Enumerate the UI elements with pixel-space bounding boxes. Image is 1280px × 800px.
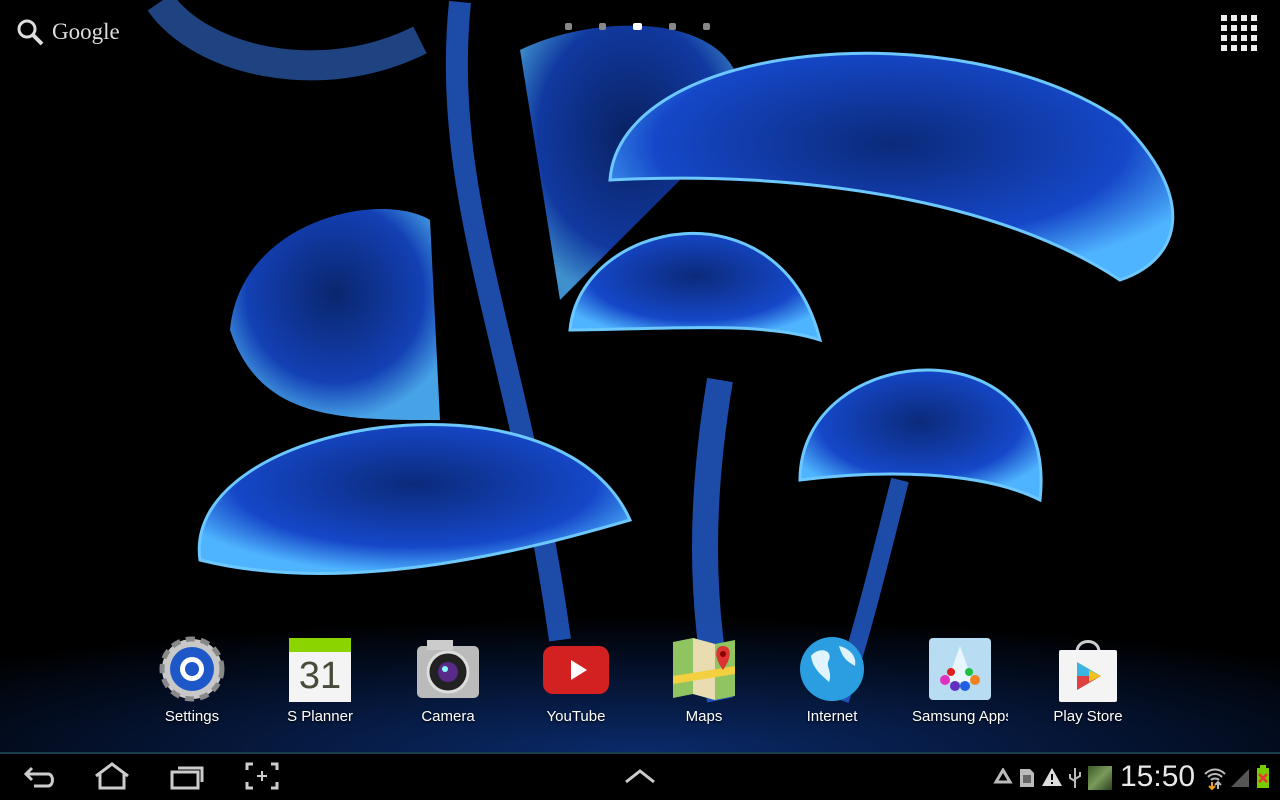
app-internet[interactable]: Internet	[777, 636, 887, 725]
settings-icon	[159, 636, 225, 702]
page-indicator	[565, 23, 710, 30]
calendar-icon: 31	[287, 636, 353, 702]
maps-icon	[671, 636, 737, 702]
screenshot-icon[interactable]	[245, 762, 279, 792]
app-samsung-apps[interactable]: Samsung Apps	[905, 636, 1015, 725]
usb-icon	[1069, 768, 1081, 788]
page-dot[interactable]	[703, 23, 710, 30]
play-store-icon	[1055, 636, 1121, 702]
apps-grid-icon[interactable]	[1221, 15, 1257, 51]
app-youtube[interactable]: YouTube	[521, 636, 631, 725]
google-label: Google	[52, 19, 120, 44]
app-maps[interactable]: Maps	[649, 636, 759, 725]
clock: 15:50	[1120, 760, 1196, 793]
warning-icon	[1042, 768, 1062, 786]
page-dot[interactable]	[669, 23, 676, 30]
chevron-up-icon[interactable]	[624, 768, 656, 784]
camera-icon	[415, 636, 481, 702]
samsung-apps-icon	[927, 636, 993, 702]
image-notification-icon	[1088, 766, 1112, 790]
recycle-icon	[993, 768, 1013, 784]
signal-icon	[1231, 769, 1249, 787]
app-settings[interactable]: Settings	[137, 636, 247, 725]
wifi-icon	[1204, 768, 1226, 790]
page-dot[interactable]	[565, 23, 572, 30]
app-camera[interactable]: Camera	[393, 636, 503, 725]
google-search-bar[interactable]: Google	[16, 18, 120, 46]
page-dot[interactable]	[599, 23, 606, 30]
home-icon[interactable]	[92, 762, 132, 792]
page-dot-active[interactable]	[633, 23, 642, 30]
dock: Settings 31 S Planner Camera YouTube Map…	[0, 636, 1280, 736]
navigation-bar: 15:50	[0, 752, 1280, 800]
app-play-store[interactable]: Play Store	[1033, 636, 1143, 725]
globe-icon	[799, 636, 865, 702]
sd-card-icon	[1020, 769, 1034, 787]
youtube-icon	[543, 636, 609, 702]
battery-icon	[1257, 765, 1269, 788]
back-icon[interactable]	[22, 762, 56, 792]
app-s-planner[interactable]: 31 S Planner	[265, 636, 375, 725]
recent-apps-icon[interactable]	[168, 762, 206, 792]
search-icon	[17, 19, 44, 46]
